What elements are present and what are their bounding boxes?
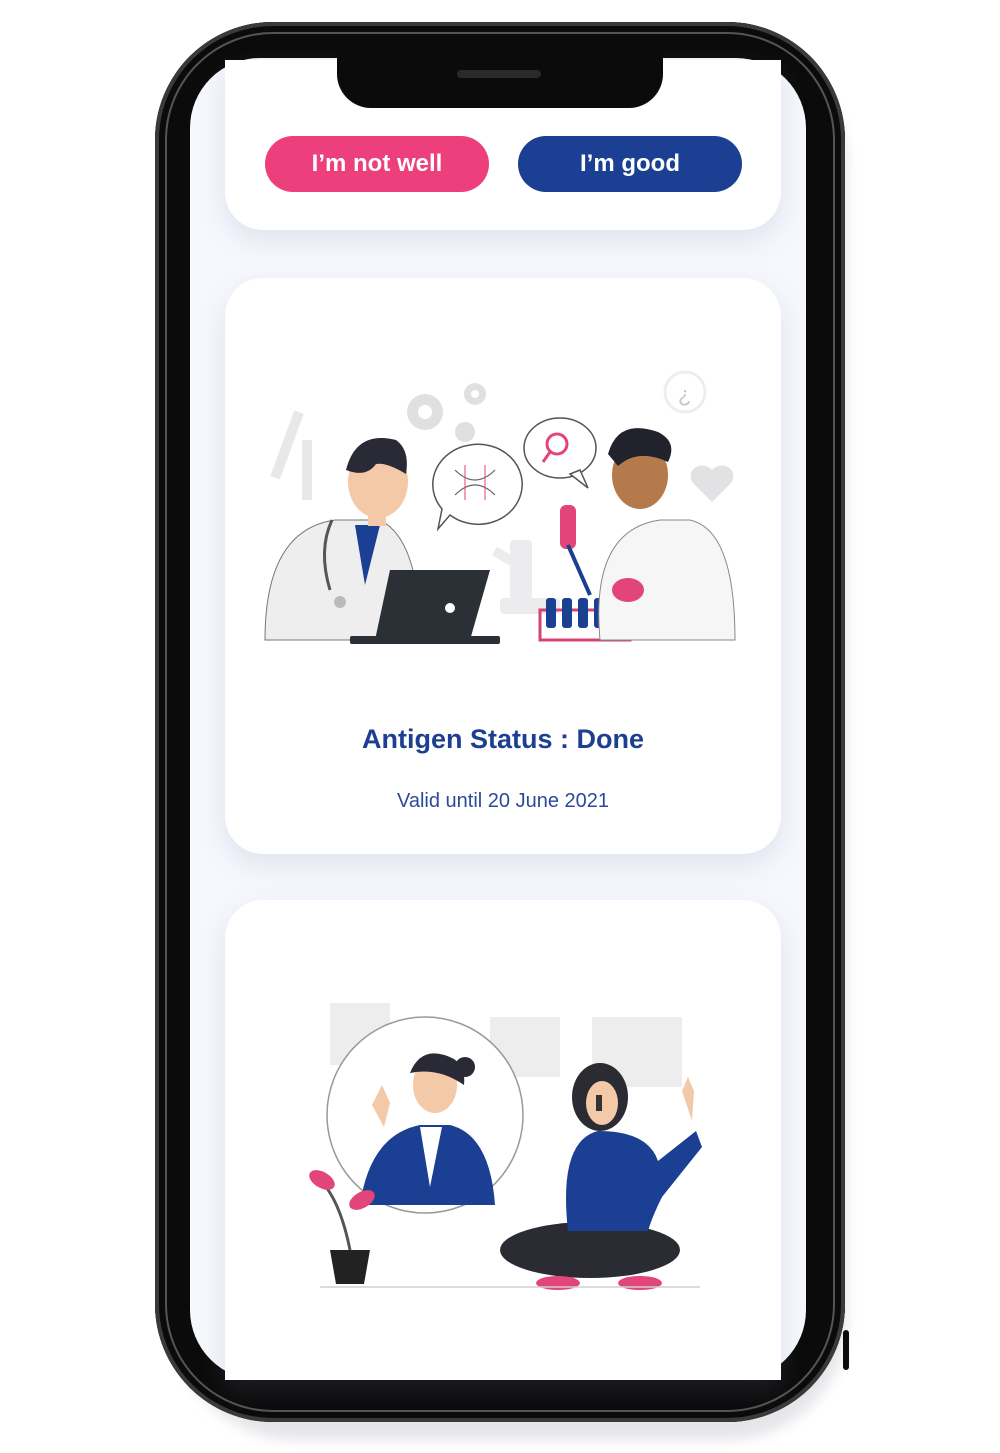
not-well-button[interactable]: I’m not well xyxy=(265,136,489,192)
lab-illustration: ¿ xyxy=(264,370,736,644)
agent-avatar xyxy=(326,1016,524,1214)
svg-text:¿: ¿ xyxy=(678,382,691,407)
support-call-illustration xyxy=(309,1003,702,1290)
dna-icon xyxy=(432,443,523,532)
heart-icon xyxy=(690,465,734,502)
side-button xyxy=(843,1330,849,1370)
good-button[interactable]: I’m good xyxy=(518,136,742,192)
antigen-valid-text: Valid until 20 June 2021 xyxy=(396,790,609,812)
phone-notch xyxy=(337,52,663,108)
gear-icon xyxy=(407,383,486,442)
speaker-grill xyxy=(457,70,541,78)
antigen-status-title: Antigen Status : Done xyxy=(362,724,644,754)
caller-figure xyxy=(500,1063,702,1290)
magnifier-icon xyxy=(523,417,597,489)
